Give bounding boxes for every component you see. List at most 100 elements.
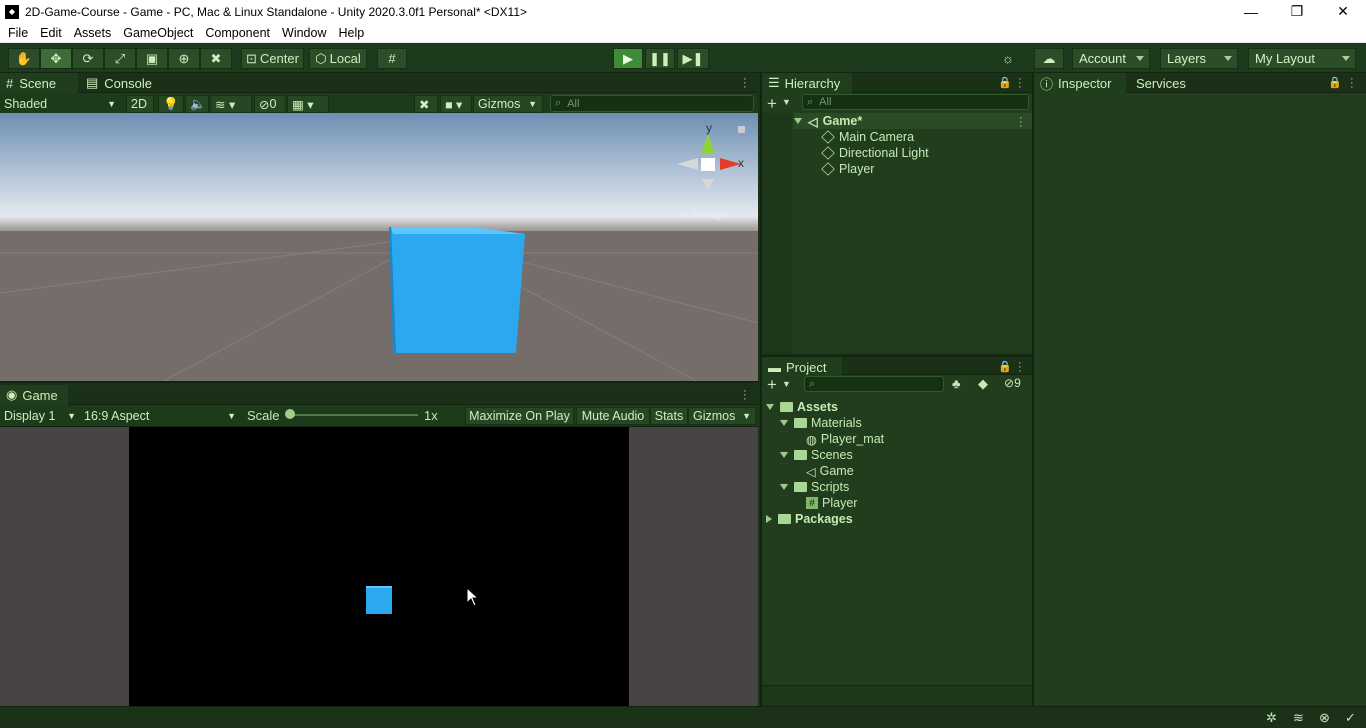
custom-tool-button[interactable]: ✖ [200,48,232,69]
project-item-player-script[interactable]: # Player [806,495,857,511]
display-dropdown[interactable]: Display 1 ▼ [0,407,80,425]
scene-root-item[interactable]: ◁ Game* [794,113,1032,129]
menu-window[interactable]: Window [276,26,332,40]
tab-scene-label: Scene [19,75,57,91]
auto-generate-icon[interactable]: ⊗ [1319,710,1330,726]
project-search-input[interactable]: ⌕ [804,376,944,392]
grid-dropdown[interactable]: ▦ ▾ [287,95,329,113]
project-folder-assets[interactable]: Assets [766,399,838,415]
hidden-objects-toggle[interactable]: ⊘ 0 [254,95,286,113]
scene-view[interactable]: y x < Persp [0,113,758,383]
menu-help[interactable]: Help [332,26,370,40]
lighting-toggle[interactable]: 💡 [158,95,184,113]
game-gizmos-dropdown[interactable]: Gizmos ▼ [688,407,756,425]
persp-label[interactable]: < Persp [682,207,724,221]
hierarchy-item-directional-light[interactable]: Directional Light [821,145,929,161]
tools-button[interactable]: ✖ [414,95,438,113]
minimize-button[interactable]: — [1228,0,1274,23]
maximize-button[interactable]: ❐ [1274,0,1320,23]
scale-tool-button[interactable]: ⤢ [104,48,136,69]
hierarchy-item-player[interactable]: Player [821,161,874,177]
inspector-menu-icon[interactable]: · · · [1350,74,1354,93]
hierarchy-gutter [762,113,792,353]
game-viewport[interactable] [129,427,629,706]
project-item-game-scene[interactable]: ◁ Game [806,463,854,479]
layers-icon[interactable]: ≋ [1293,710,1304,726]
scale-slider-track[interactable] [290,414,418,416]
pivot-center-button[interactable]: ⊡ Center [241,48,304,69]
2d-toggle[interactable]: 2D [126,95,154,113]
gamepad-icon: ◉ [6,387,18,402]
camera-dropdown[interactable]: ■ ▾ [440,95,472,113]
layers-icon: ≋ ▾ [215,97,236,112]
rotate-tool-button[interactable]: ⟳ [72,48,104,69]
account-dropdown[interactable]: Account [1072,48,1150,69]
project-folder-materials[interactable]: Materials [780,415,862,431]
console-icon: ▤ [86,75,99,90]
create-plus-icon[interactable]: + [767,375,777,395]
project-item-player-mat[interactable]: ◍ Player_mat [806,431,884,447]
maximize-on-play-toggle[interactable]: Maximize On Play [465,407,574,425]
bug-icon[interactable]: ✲ [1266,710,1277,726]
project-menu-icon[interactable]: · · · [1018,358,1022,377]
scene-search-input[interactable]: ⌕ All [550,95,754,112]
draw-mode-dropdown[interactable]: Shaded ▼ [0,95,122,113]
stats-toggle[interactable]: Stats [650,407,688,425]
create-plus-icon[interactable]: + [767,94,777,114]
lock-icon[interactable]: 🔒 [1328,76,1342,89]
hierarchy-search-input[interactable]: ⌕ All [802,94,1029,110]
tab-inspector[interactable]: ⓘ Inspector [1034,73,1126,93]
scene-menu-icon[interactable]: · · · [743,74,747,93]
menu-edit[interactable]: Edit [34,26,68,40]
mute-audio-toggle[interactable]: Mute Audio [576,407,650,425]
collab-button[interactable]: ☼ [993,48,1023,69]
cloud-icon: ☁ [1042,50,1056,66]
aspect-dropdown[interactable]: 16:9 Aspect ▼ [80,407,240,425]
menu-component[interactable]: Component [199,26,276,40]
player-cube-game [366,586,392,614]
close-button[interactable]: ✕ [1320,0,1366,23]
scale-slider-handle[interactable] [285,409,295,419]
lock-icon[interactable]: 🔒 [998,76,1012,89]
play-button[interactable]: ▶ [613,48,643,69]
filter-label-icon[interactable]: ◆ [978,376,988,392]
scene-root-menu-icon[interactable]: · · · [1019,113,1023,132]
menu-assets[interactable]: Assets [68,26,118,40]
pause-button[interactable]: ❚❚ [645,48,675,69]
tab-console[interactable]: ▤ Console [80,73,160,93]
pause-icon: ❚❚ [649,50,671,66]
audio-toggle[interactable]: 🔈 [185,95,209,113]
menu-gameobject[interactable]: GameObject [117,26,199,40]
pivot-local-button[interactable]: ⬡ Local [309,48,367,69]
layers-dropdown[interactable]: Layers [1160,48,1238,69]
lock-icon[interactable]: 🔒 [998,360,1012,373]
hierarchy-menu-icon[interactable]: · · · [1018,74,1022,93]
transform-tool-button[interactable]: ⊕ [168,48,200,69]
hierarchy-item-main-camera[interactable]: Main Camera [821,129,914,145]
player-cube-scene[interactable] [389,227,525,353]
tab-services[interactable]: Services [1130,73,1200,93]
tab-project[interactable]: ▬ Project [762,357,842,377]
rect-tool-button[interactable]: ▣ [136,48,168,69]
hidden-packages-toggle[interactable]: ⊘9 [1004,376,1021,390]
tab-hierarchy[interactable]: ☰ Hierarchy [762,73,852,93]
project-folder-packages[interactable]: Packages [766,511,853,527]
tab-game[interactable]: ◉ Game [0,385,68,405]
filter-type-icon[interactable]: ♣ [952,376,961,391]
menu-file[interactable]: File [0,26,34,40]
grid-snap-button[interactable]: # [377,48,407,69]
check-icon[interactable]: ✓ [1345,710,1356,726]
layout-dropdown[interactable]: My Layout [1248,48,1356,69]
chevron-down-icon[interactable]: ▼ [782,97,791,107]
move-tool-button[interactable]: ✥ [40,48,72,69]
project-folder-scenes[interactable]: Scenes [780,447,853,463]
game-menu-icon[interactable]: · · · [743,386,747,405]
effects-dropdown[interactable]: ≋ ▾ [210,95,252,113]
step-button[interactable]: ▶❚ [677,48,709,69]
project-folder-scripts[interactable]: Scripts [780,479,849,495]
chevron-down-icon[interactable]: ▼ [782,379,791,389]
cloud-button[interactable]: ☁ [1034,48,1064,69]
tab-scene[interactable]: # Scene [0,73,78,93]
hand-tool-button[interactable]: ✋ [8,48,40,69]
gizmos-dropdown[interactable]: Gizmos ▼ [473,95,543,113]
